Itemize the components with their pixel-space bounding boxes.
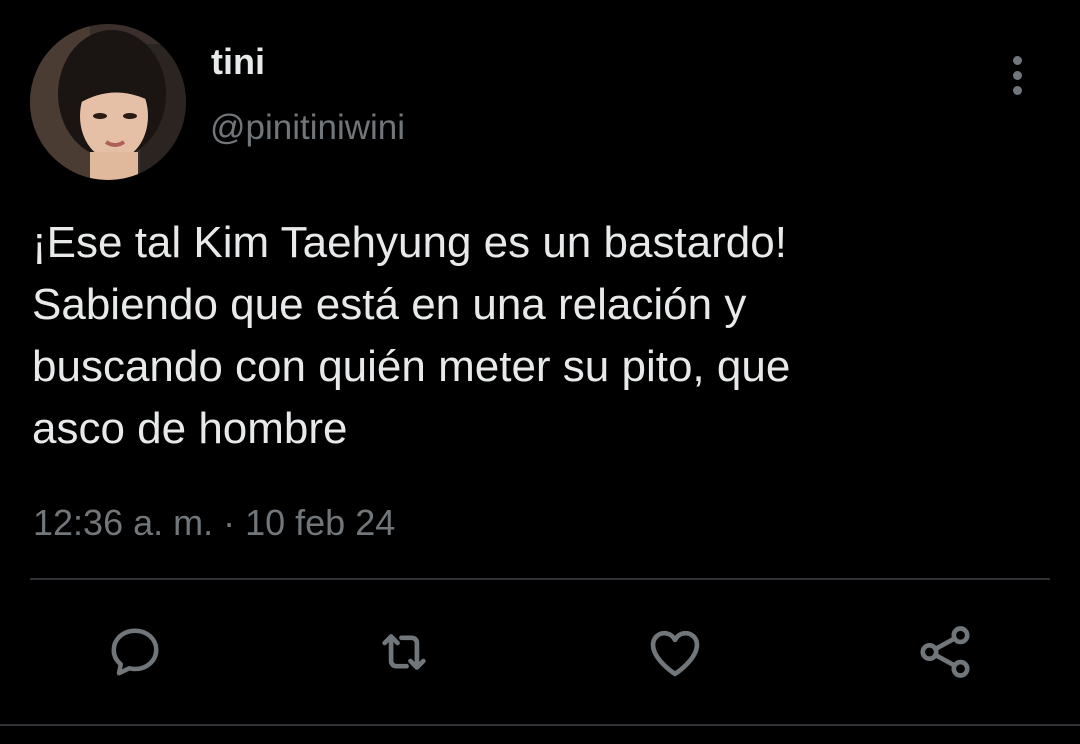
like-icon xyxy=(650,630,700,677)
reply-icon xyxy=(111,628,159,676)
more-options-icon[interactable] xyxy=(996,50,1038,100)
more-dot xyxy=(1012,55,1022,65)
share-icon xyxy=(920,626,970,678)
display-name[interactable]: tini xyxy=(211,40,265,84)
tweet-text: ¡Ese tal Kim Taehyung es un bastardo! Sa… xyxy=(32,218,791,453)
tweet-timestamp[interactable]: 12:36 a. m. · 10 feb 24 xyxy=(33,501,395,545)
reply-button[interactable] xyxy=(103,620,167,684)
more-dot xyxy=(1012,85,1022,95)
more-dot xyxy=(1012,70,1022,80)
retweet-button[interactable] xyxy=(372,620,436,684)
divider xyxy=(30,578,1050,580)
user-handle[interactable]: @pinitiniwini xyxy=(210,106,405,150)
avatar[interactable] xyxy=(30,24,186,180)
retweet-icon xyxy=(382,634,426,670)
like-button[interactable] xyxy=(643,620,707,684)
bottom-divider xyxy=(0,724,1080,726)
avatar-image xyxy=(30,24,186,180)
share-button[interactable] xyxy=(913,620,977,684)
